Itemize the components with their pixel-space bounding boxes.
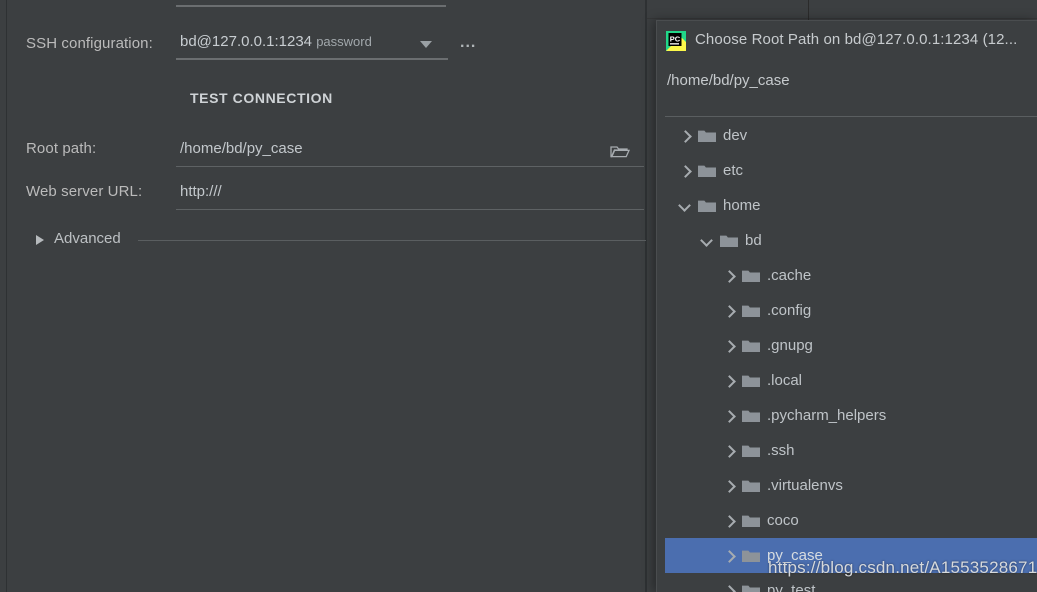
chevron-right-icon[interactable]: [721, 408, 737, 424]
tree-item-etc[interactable]: etc: [665, 153, 1037, 188]
tree-item-.pycharm_helpers[interactable]: .pycharm_helpers: [665, 398, 1037, 433]
tree-item-label: .ssh: [767, 442, 795, 459]
chevron-right-icon[interactable]: [721, 513, 737, 529]
folder-icon: [742, 514, 760, 528]
screen-root: SSH configuration: bd@127.0.0.1:1234 pas…: [0, 0, 1037, 592]
tree-item-label: .local: [767, 372, 803, 389]
folder-icon: [698, 129, 716, 143]
chevron-right-icon[interactable]: [721, 338, 737, 354]
folder-icon: [720, 234, 738, 248]
pycharm-icon: PC: [666, 31, 686, 51]
dialog-title: Choose Root Path on bd@127.0.0.1:1234 (1…: [695, 31, 1018, 48]
folder-icon: [742, 269, 760, 283]
folder-icon: [742, 339, 760, 353]
tree-item-.config[interactable]: .config: [665, 293, 1037, 328]
advanced-separator: [138, 240, 646, 241]
folder-icon: [742, 409, 760, 423]
advanced-label: Advanced: [54, 230, 121, 247]
chevron-down-icon[interactable]: [677, 198, 693, 214]
chevron-right-icon[interactable]: [721, 583, 737, 592]
dialog-path-separator: [665, 116, 1037, 117]
field-above-underline: [176, 5, 446, 7]
root-path-value: /home/bd/py_case: [180, 140, 303, 157]
tree-item-.local[interactable]: .local: [665, 363, 1037, 398]
tree-item-label: .virtualenvs: [767, 477, 843, 494]
ssh-configuration-more-button[interactable]: ...: [460, 35, 476, 51]
folder-open-icon[interactable]: [610, 144, 630, 160]
chevron-right-icon[interactable]: [721, 373, 737, 389]
ssh-configuration-combobox[interactable]: bd@127.0.0.1:1234 password: [176, 28, 448, 60]
ssh-configuration-label: SSH configuration:: [26, 35, 153, 52]
chevron-down-icon[interactable]: [420, 41, 432, 48]
folder-icon: [742, 304, 760, 318]
dialog-path-field[interactable]: /home/bd/py_case: [667, 69, 1027, 99]
root-path-label: Root path:: [26, 140, 97, 157]
tree-item-dev[interactable]: dev: [665, 118, 1037, 153]
folder-icon: [742, 479, 760, 493]
watermark-text: https://blog.csdn.net/A15535286714: [768, 558, 1037, 577]
tree-item-.virtualenvs[interactable]: .virtualenvs: [665, 468, 1037, 503]
web-server-url-label: Web server URL:: [26, 183, 143, 200]
file-tree[interactable]: dev etc home bd .cache .config .gnupg .local .py…: [665, 118, 1037, 592]
folder-icon: [742, 444, 760, 458]
panel-left-border: [6, 0, 7, 592]
chevron-right-icon[interactable]: [721, 268, 737, 284]
folder-icon: [698, 164, 716, 178]
folder-icon: [698, 199, 716, 213]
tree-item-home[interactable]: home: [665, 188, 1037, 223]
web-server-url-underline: [176, 209, 644, 210]
background-strip-divider: [808, 0, 809, 20]
folder-icon: [742, 584, 760, 592]
panel-right-border: [645, 0, 647, 592]
dialog-path-value: /home/bd/py_case: [667, 72, 790, 89]
advanced-section-toggle[interactable]: Advanced: [26, 230, 646, 250]
tree-item-label: dev: [723, 127, 748, 144]
tree-item-label: py_test: [767, 582, 816, 592]
tree-item-label: home: [723, 197, 761, 214]
svg-text:PC: PC: [670, 35, 681, 44]
root-path-underline: [176, 166, 644, 167]
tree-item-label: .config: [767, 302, 812, 319]
tree-item-label: etc: [723, 162, 744, 179]
ssh-configuration-value-main: bd@127.0.0.1:1234: [180, 33, 313, 50]
web-server-url-field[interactable]: http:///: [176, 180, 644, 210]
web-server-url-value: http:///: [180, 183, 222, 200]
tree-item-.ssh[interactable]: .ssh: [665, 433, 1037, 468]
chevron-right-icon[interactable]: [721, 303, 737, 319]
chevron-right-icon[interactable]: [721, 443, 737, 459]
tree-item-.gnupg[interactable]: .gnupg: [665, 328, 1037, 363]
root-path-field[interactable]: /home/bd/py_case: [176, 137, 644, 167]
chevron-right-icon[interactable]: [721, 478, 737, 494]
folder-icon: [742, 549, 760, 563]
tree-item-bd[interactable]: bd: [665, 223, 1037, 258]
dialog-titlebar[interactable]: PC Choose Root Path on bd@127.0.0.1:1234…: [657, 21, 1037, 63]
ssh-configuration-value: bd@127.0.0.1:1234 password: [180, 33, 372, 50]
tree-item-.cache[interactable]: .cache: [665, 258, 1037, 293]
chevron-right-icon[interactable]: [721, 548, 737, 564]
tree-item-label: coco: [767, 512, 799, 529]
deployment-settings-panel: SSH configuration: bd@127.0.0.1:1234 pas…: [0, 0, 647, 592]
chevron-right-icon[interactable]: [677, 128, 693, 144]
tree-item-label: .cache: [767, 267, 812, 284]
chevron-right-icon[interactable]: [677, 163, 693, 179]
chevron-down-icon[interactable]: [699, 233, 715, 249]
tree-item-label: bd: [745, 232, 762, 249]
tree-item-label: .gnupg: [767, 337, 813, 354]
choose-root-path-dialog: PC Choose Root Path on bd@127.0.0.1:1234…: [656, 20, 1037, 592]
test-connection-button[interactable]: TEST CONNECTION: [190, 90, 333, 106]
triangle-right-icon[interactable]: [36, 235, 44, 245]
tree-item-coco[interactable]: coco: [665, 503, 1037, 538]
ssh-configuration-underline: [176, 58, 448, 60]
folder-icon: [742, 374, 760, 388]
ssh-configuration-value-auth: password: [316, 34, 372, 49]
tree-item-label: .pycharm_helpers: [767, 407, 887, 424]
